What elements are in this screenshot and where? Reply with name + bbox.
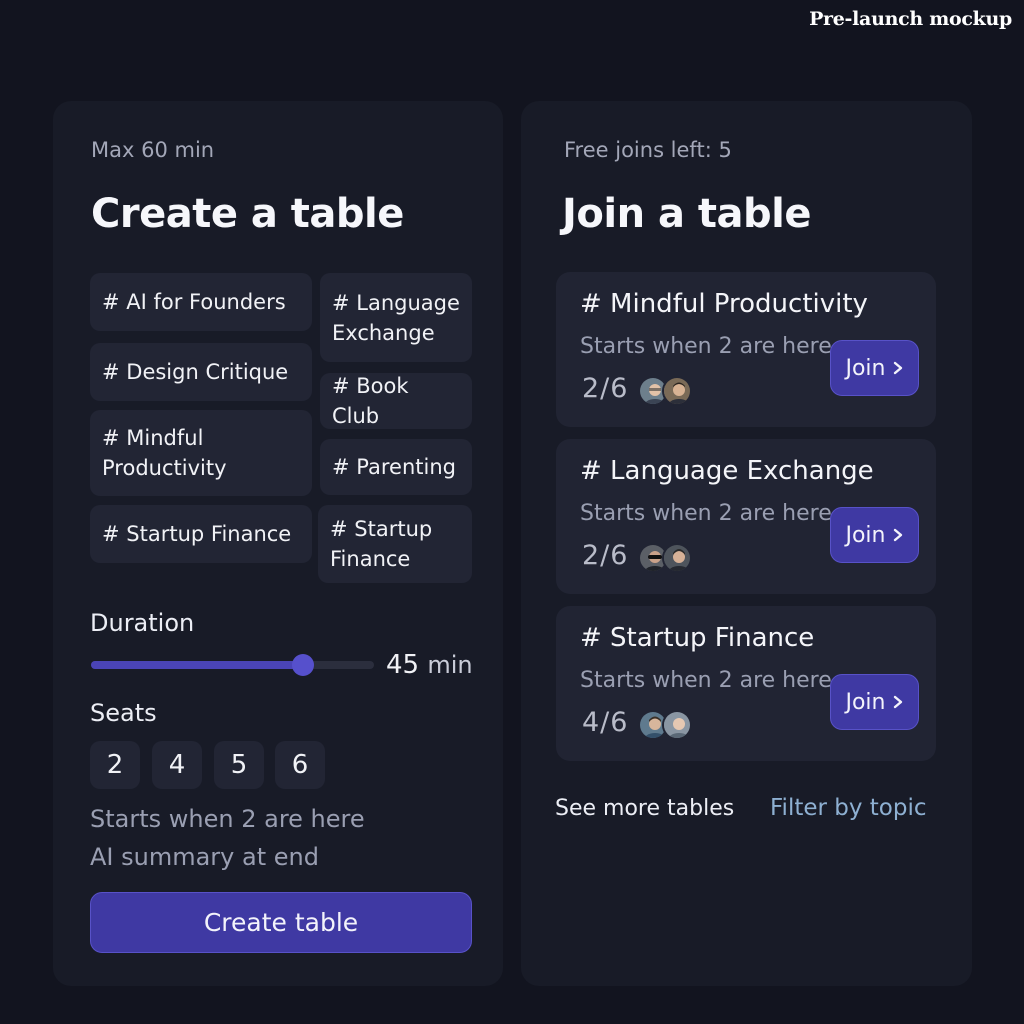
join-title: Join a table [562,191,811,237]
table-start-condition: Starts when 2 are here [580,334,832,359]
table-start-condition: Starts when 2 are here [580,501,832,526]
seat-option-6[interactable]: 6 [275,741,325,789]
seat-option-5[interactable]: 5 [214,741,264,789]
seat-count: 2/6 [582,540,629,571]
duration-unit: min [427,651,473,679]
create-table-panel: Max 60 min Create a table # AI for Found… [53,101,503,986]
duration-value: 45 min [386,650,473,680]
participant-avatars [638,376,698,408]
join-button-label: Join [845,522,886,548]
chevron-right-icon [893,361,902,375]
free-joins-note: Free joins left: 5 [564,138,732,162]
join-table-panel: Free joins left: 5 Join a table # Mindfu… [521,101,972,986]
topic-chip-language-exchange[interactable]: # Language Exchange [320,273,472,362]
chevron-right-icon [893,695,902,709]
duration-number: 45 [386,650,420,680]
join-button-label: Join [845,355,886,381]
participant-avatars [638,543,698,575]
table-card: # Language Exchange Starts when 2 are he… [556,439,936,594]
seat-option-4[interactable]: 4 [152,741,202,789]
max-duration-note: Max 60 min [91,138,215,162]
table-card: # Startup Finance Starts when 2 are here… [556,606,936,761]
join-button-label: Join [845,689,886,715]
topic-chip-book-club[interactable]: # Book Club [320,373,472,429]
avatar [662,376,692,406]
seat-count: 2/6 [582,373,629,404]
avatar [662,543,692,573]
seats-label: Seats [90,699,157,727]
join-button[interactable]: Join [830,340,919,396]
table-card: # Mindful Productivity Starts when 2 are… [556,272,936,427]
duration-slider-thumb[interactable] [292,654,315,676]
see-more-tables-link[interactable]: See more tables [555,796,734,821]
seat-count: 4/6 [582,707,629,738]
topic-chip-mindful-productivity[interactable]: # Mindful Productivity [90,410,312,496]
filter-by-topic-link[interactable]: Filter by topic [770,795,927,821]
join-button[interactable]: Join [830,507,919,563]
ai-summary-text: AI summary at end [90,843,319,871]
topic-chip-startup-finance[interactable]: # Startup Finance [90,505,312,563]
table-title: # Mindful Productivity [580,289,868,319]
table-title: # Language Exchange [580,456,874,486]
join-button[interactable]: Join [830,674,919,730]
table-title: # Startup Finance [580,623,815,653]
topic-chip-startup-finance-2[interactable]: # Startup Finance [318,505,472,583]
duration-slider[interactable] [91,654,374,676]
seat-option-2[interactable]: 2 [90,741,140,789]
avatar [662,710,692,740]
topic-chip-parenting[interactable]: # Parenting [320,439,472,495]
chevron-right-icon [893,528,902,542]
topic-chip-design-critique[interactable]: # Design Critique [90,343,312,401]
table-start-condition: Starts when 2 are here [580,668,832,693]
duration-label: Duration [90,609,195,637]
create-table-button[interactable]: Create table [90,892,472,953]
topic-chip-ai-for-founders[interactable]: # AI for Founders [90,273,312,331]
start-condition-text: Starts when 2 are here [90,805,365,833]
participant-avatars [638,710,698,742]
watermark: Pre-launch mockup [809,8,1012,30]
duration-slider-fill [91,661,304,669]
create-title: Create a table [91,191,404,237]
